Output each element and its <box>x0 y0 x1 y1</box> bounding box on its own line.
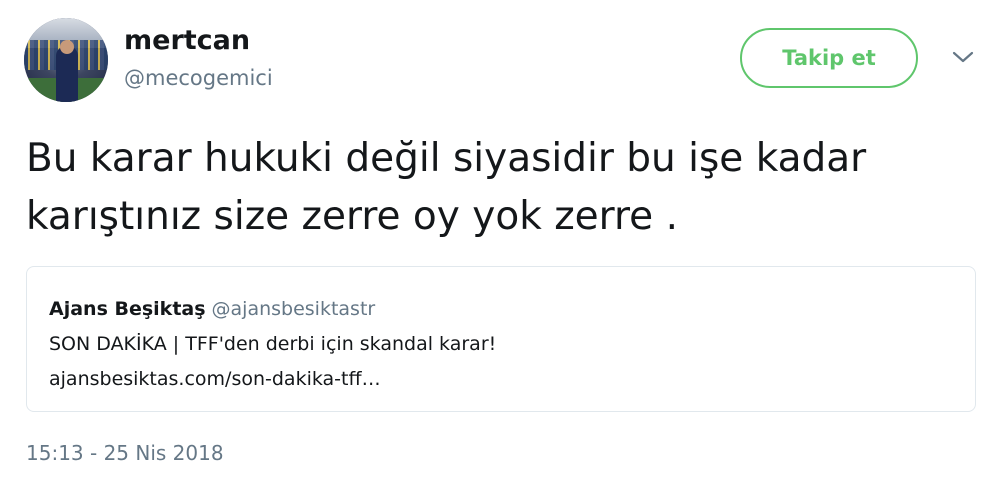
follow-button[interactable]: Takip et <box>740 28 918 88</box>
avatar[interactable] <box>24 18 108 102</box>
avatar-head <box>60 40 74 54</box>
tweet-text-line-2: karıştınız size zerre oy yok zerre . <box>26 194 678 239</box>
user-name[interactable]: mertcan <box>124 24 250 58</box>
chevron-down-icon[interactable] <box>950 48 976 66</box>
quoted-author: Ajans Beşiktaş @ajansbesiktastr <box>49 297 375 321</box>
tweet-text-line-1: Bu karar hukuki değil siyasidir bu işe k… <box>26 136 867 181</box>
quoted-author-name: Ajans Beşiktaş <box>49 298 206 320</box>
tweet-text: Bu karar hukuki değil siyasidir bu işe k… <box>26 130 966 246</box>
quoted-text: SON DAKİKA | TFF'den derbi için skandal … <box>49 333 497 355</box>
user-handle[interactable]: @mecogemici <box>124 64 273 92</box>
avatar-person <box>56 46 78 102</box>
tweet-timestamp[interactable]: 15:13 - 25 Nis 2018 <box>26 440 224 466</box>
quoted-link[interactable]: ajansbesiktas.com/son-dakika-tff… <box>49 366 381 392</box>
quoted-tweet[interactable]: Ajans Beşiktaş @ajansbesiktastr SON DAKİK… <box>26 266 976 412</box>
quoted-author-handle: @ajansbesiktastr <box>211 298 376 320</box>
